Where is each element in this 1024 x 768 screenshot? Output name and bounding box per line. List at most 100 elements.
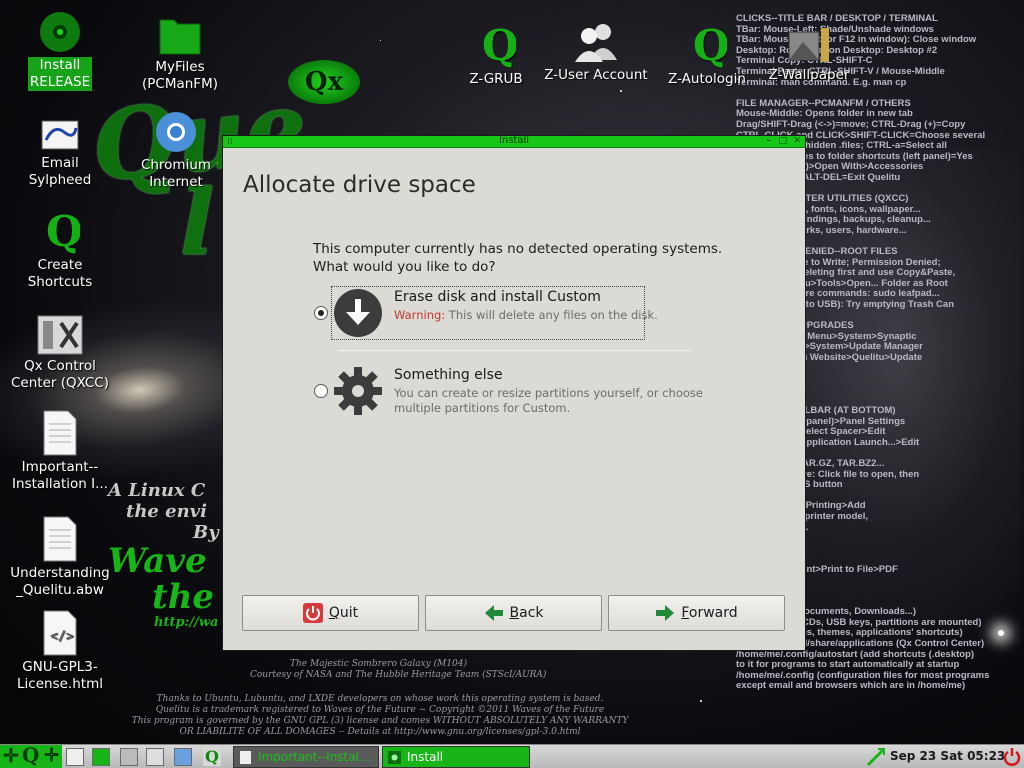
download-arrow-icon — [334, 289, 382, 337]
tagline-line: A Linux C — [108, 480, 206, 501]
wallpaper-icon — [788, 28, 829, 62]
tagline-line: the envi — [126, 501, 207, 522]
install-icon — [388, 751, 401, 764]
svg-text:Q: Q — [693, 22, 727, 68]
desktop-icon-chromium-internet[interactable]: Chromium Internet — [121, 110, 231, 191]
quick-launch-download-icon[interactable] — [174, 748, 192, 766]
forward-button[interactable]: Forward — [608, 595, 785, 631]
task-label: Install — [407, 750, 444, 764]
window-title: Install — [498, 135, 530, 146]
document-icon — [43, 516, 77, 562]
cheat-sheet-line: except email and browsers which are in /… — [736, 680, 966, 692]
tagline-line: Wave — [108, 541, 207, 581]
option-erase-disk[interactable]: Erase disk and install Custom Warning: T… — [313, 286, 713, 340]
cheat-sheet-line: Drag/SHIFT-Drag (<->)=move; CTRL-Drag (+… — [736, 118, 966, 130]
galaxy-caption: The Majestic Sombrero Galaxy (M104) Cour… — [250, 659, 546, 681]
html-file-icon: </> — [43, 610, 77, 656]
desktop-icon-create-shortcuts[interactable]: Q Create Shortcuts — [5, 208, 115, 291]
back-button[interactable]: Back — [425, 595, 602, 631]
caption-line: The Majestic Sombrero Galaxy (M104) — [290, 659, 468, 669]
icon-label: Chromium Internet — [140, 157, 212, 190]
page-title: Allocate drive space — [243, 172, 476, 198]
gear-icon — [334, 367, 382, 415]
desktop-icon-myfiles[interactable]: MyFiles (PCManFM) — [125, 12, 235, 93]
back-label: Back — [509, 605, 544, 621]
something-else-title: Something else — [394, 367, 503, 383]
wallpaper-tagline: A Linux C the envi By Wave the http://wa — [108, 480, 219, 630]
svg-text:</>: </> — [50, 629, 74, 644]
maximize-icon[interactable]: □ — [778, 136, 787, 146]
desktop-icon-important-installation[interactable]: Important-- Installation I... — [5, 410, 115, 493]
erase-disk-radio[interactable] — [314, 306, 328, 320]
desktop-icon-z-wallpaper[interactable]: Z-Wallpaper — [754, 24, 864, 84]
qx-logo: Qx — [288, 60, 360, 104]
warning-label: Warning: — [394, 308, 446, 322]
quick-launch-green-icon[interactable] — [92, 748, 110, 766]
chromium-icon — [156, 112, 196, 152]
close-icon[interactable]: ✕ — [793, 136, 801, 146]
quick-launch-settings-icon[interactable] — [120, 748, 138, 766]
start-arrows-icon: ✛ — [3, 745, 19, 767]
prompt-line: What would you like to do? — [313, 259, 496, 275]
warning-text: This will delete any files on the disk. — [445, 308, 658, 322]
tagline-line: By — [193, 522, 219, 543]
task-label: Important--Instal... — [258, 750, 371, 764]
desktop-icon-install-release[interactable]: Install RELEASE — [5, 10, 115, 91]
dialog-title-bar[interactable]: ⁞⁞ Install – □ ✕ — [223, 135, 805, 148]
desktop-icon-z-autologin[interactable]: Q Z-Autologin — [652, 22, 762, 88]
wallpaper-credits: Thanks to Ubuntu, Lubuntu, and LXDE deve… — [110, 694, 650, 738]
quick-launch-window-icon[interactable] — [146, 748, 164, 766]
desktop-icon-qx-control-center[interactable]: Qx Control Center (QXCC) — [5, 315, 115, 392]
option-something-else[interactable]: Something else You can create or resize … — [313, 364, 713, 418]
control-center-icon — [37, 315, 83, 355]
desktop-icon-z-grub[interactable]: Q Z-GRUB — [441, 22, 551, 88]
icon-label: Qx Control Center (QXCC) — [10, 358, 109, 391]
star — [380, 40, 381, 41]
star — [620, 90, 622, 92]
icon-label: Z-Wallpaper — [768, 67, 850, 83]
users-icon — [575, 24, 617, 62]
start-arrows-icon: ✛ — [44, 745, 60, 766]
clock[interactable]: Sep 23 Sat 05:23 — [890, 749, 1005, 763]
power-icon — [302, 603, 323, 623]
desktop-icon-gnu-gpl3-license[interactable]: </> GNU-GPL3- License.html — [5, 610, 115, 693]
forward-arrow-icon — [656, 605, 675, 621]
icon-label: Install RELEASE — [27, 57, 93, 91]
task-install[interactable]: Install — [382, 746, 530, 768]
caption-line: Courtesy of NASA and The Hubble Heritage… — [250, 670, 547, 680]
quit-button[interactable]: Quit — [242, 595, 419, 631]
erase-disk-warning: Warning: This will delete any files on t… — [394, 308, 724, 323]
credit-line: Thanks to Ubuntu, Lubuntu, and LXDE deve… — [156, 694, 604, 704]
desktop-icon-email-sylpheed[interactable]: Email Sylpheed — [5, 118, 115, 189]
icon-label: Important-- Installation I... — [12, 459, 108, 492]
icon-label: Email Sylpheed — [28, 155, 92, 188]
email-icon — [41, 120, 79, 150]
desktop-icon-z-user-account[interactable]: Z-User Account — [541, 20, 651, 84]
svg-text:Q: Q — [482, 22, 516, 68]
icon-label: GNU-GPL3- License.html — [17, 659, 103, 692]
quick-launch-q-icon[interactable]: Q — [203, 748, 221, 766]
something-else-radio[interactable] — [314, 384, 328, 398]
back-arrow-icon — [484, 605, 503, 621]
install-dialog: ⁞⁞ Install – □ ✕ Allocate drive space Th… — [222, 135, 806, 651]
erase-disk-title: Erase disk and install Custom — [394, 289, 601, 305]
start-menu-button[interactable]: ✛ Q ✛ — [0, 743, 62, 768]
prompt-text: This computer currently has no detected … — [313, 240, 733, 276]
credit-line: Quelitu is a trademark registered to Wav… — [155, 705, 605, 715]
star — [700, 700, 702, 702]
cheat-sheet-line: CLICKS--TITLE BAR / DESKTOP / TERMINAL — [736, 13, 938, 24]
minimize-icon[interactable]: – — [767, 136, 772, 146]
shutdown-icon[interactable] — [1002, 747, 1022, 767]
something-else-desc: You can create or resize partitions your… — [394, 386, 703, 415]
icon-label: Create Shortcuts — [27, 257, 93, 290]
desktop-icon-understanding-quelitu[interactable]: Understanding _Quelitu.abw — [5, 516, 115, 599]
quit-label: Quit — [328, 605, 359, 621]
document-icon — [43, 410, 77, 456]
task-important-installation[interactable]: Important--Instal... — [233, 746, 379, 768]
q-shortcut-icon: Q — [46, 208, 80, 254]
icon-label: Z-GRUB — [469, 71, 523, 87]
q-grub-icon: Q — [482, 22, 516, 68]
quick-launch-close-icon[interactable] — [66, 748, 84, 766]
folder-icon — [159, 19, 201, 55]
network-icon[interactable] — [866, 747, 886, 767]
